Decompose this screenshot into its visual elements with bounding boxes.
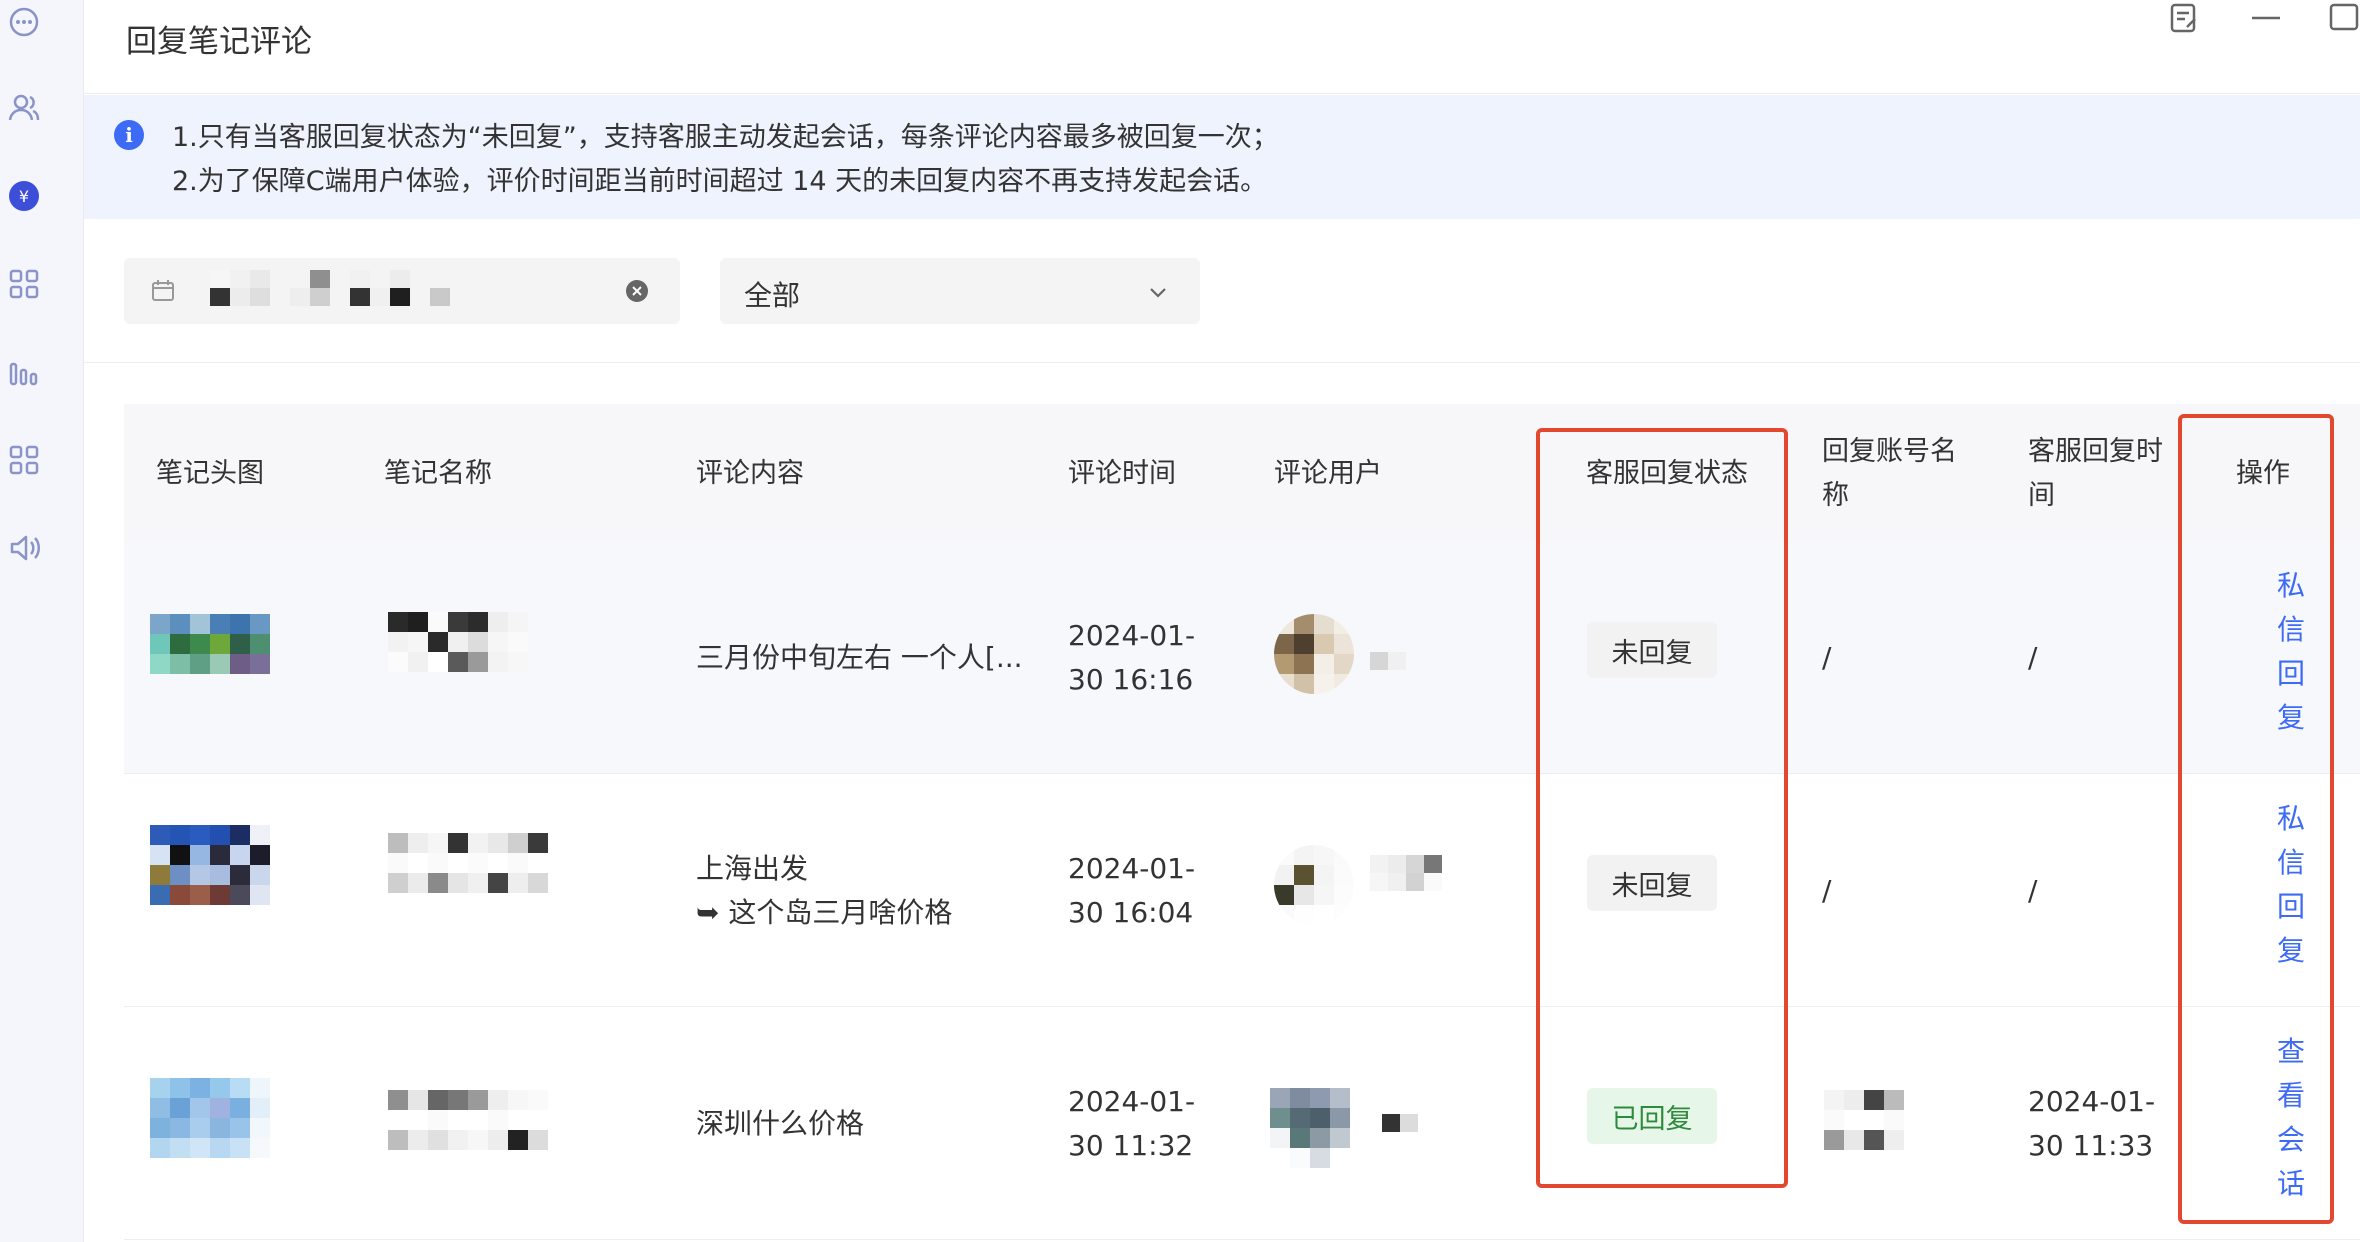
- reply-account: /: [1822, 641, 1832, 674]
- th-status: 客服回复状态: [1586, 458, 1748, 489]
- table-row: 深圳什么价格 2024-01- 30 11:32 已回复 2024-01- 30…: [124, 1008, 2360, 1240]
- reply-time-clock: 30 11:33: [2028, 1129, 2154, 1162]
- th-action: 操作: [2236, 458, 2290, 489]
- calendar-icon: [152, 280, 174, 301]
- th-note-name: 笔记名称: [384, 458, 492, 489]
- comment-content: 上海出发: [696, 852, 809, 885]
- user-avatar[interactable]: [1274, 614, 1354, 694]
- reply-time: /: [2028, 874, 2038, 907]
- chat-icon[interactable]: [4, 2, 44, 42]
- th-reply-time-1: 客服回复时: [2028, 436, 2163, 467]
- comment-time-clock: 30 11:32: [1068, 1129, 1194, 1162]
- chart-icon[interactable]: [4, 352, 44, 392]
- grid-icon[interactable]: [4, 440, 44, 480]
- page-title: 回复笔记评论: [126, 24, 312, 60]
- chevron-down-icon: [1150, 288, 1166, 298]
- blurred-date-range: [210, 270, 450, 306]
- table-row: 上海出发 ➥ 这个岛三月啥价格 2024-01- 30 16:04 未回复 / …: [124, 775, 2360, 1007]
- comment-content: 深圳什么价格: [696, 1107, 865, 1140]
- clear-icon[interactable]: [624, 278, 650, 304]
- status-badge: 未回复: [1587, 622, 1717, 678]
- page-header: 回复笔记评论: [84, 0, 2360, 94]
- info-icon: i: [114, 120, 144, 150]
- apps-icon[interactable]: [4, 264, 44, 304]
- note-cover-image[interactable]: [150, 825, 270, 905]
- th-cover: 笔记头图: [156, 458, 264, 489]
- note-cover-image[interactable]: [150, 1078, 270, 1158]
- minimize-icon[interactable]: [2246, 0, 2286, 36]
- notice-line-2: 2.为了保障C端用户体验，评价时间距当前时间超过 14 天的未回复内容不再支持发…: [172, 166, 1268, 197]
- note-title-blurred: [388, 612, 528, 672]
- table-header: 笔记头图 笔记名称 评论内容 评论时间 评论用户 客服回复状态 回复账号名 称 …: [124, 404, 2360, 542]
- comment-content: 三月份中旬左右 一个人[...: [696, 641, 1023, 674]
- view-conversation-link[interactable]: 查看会话: [2274, 1030, 2308, 1206]
- status-badge: 未回复: [1587, 855, 1717, 911]
- status-select-value: 全部: [744, 279, 801, 312]
- th-reply-account-1: 回复账号名: [1822, 436, 1957, 467]
- maximize-icon[interactable]: [2324, 0, 2360, 36]
- sidebar: ¥: [0, 0, 84, 1242]
- comment-time-clock: 30 16:16: [1068, 663, 1194, 696]
- note-title-blurred: [388, 833, 548, 893]
- note-title-blurred: [388, 1090, 548, 1150]
- speaker-icon[interactable]: [4, 528, 44, 568]
- date-range-picker[interactable]: [124, 258, 680, 324]
- reply-account-blurred: [1824, 1090, 1904, 1150]
- user-avatar[interactable]: [1274, 845, 1354, 925]
- status-select[interactable]: 全部: [720, 258, 1200, 324]
- note-cover-image[interactable]: [150, 614, 270, 674]
- th-reply-time-2: 间: [2028, 480, 2055, 511]
- comment-time-date: 2024-01-: [1068, 1085, 1196, 1118]
- user-avatar[interactable]: [1270, 1088, 1350, 1168]
- comment-content-reply: ➥ 这个岛三月啥价格: [696, 896, 953, 929]
- private-reply-link[interactable]: 私信回复: [2274, 564, 2308, 740]
- private-reply-link[interactable]: 私信回复: [2274, 797, 2308, 973]
- reply-time-date: 2024-01-: [2028, 1085, 2156, 1118]
- user-name-blurred: [1382, 1114, 1418, 1132]
- money-icon[interactable]: ¥: [4, 176, 44, 216]
- reply-time: /: [2028, 641, 2038, 674]
- comment-time-date: 2024-01-: [1068, 619, 1196, 652]
- users-icon[interactable]: [4, 88, 44, 128]
- svg-text:¥: ¥: [19, 187, 29, 206]
- notice-banner: i 1.只有当客服回复状态为“未回复”，支持客服主动发起会话，每条评论内容最多被…: [84, 95, 2360, 219]
- th-reply-account-2: 称: [1822, 480, 1849, 511]
- th-user: 评论用户: [1274, 458, 1382, 489]
- comments-table: 笔记头图 笔记名称 评论内容 评论时间 评论用户 客服回复状态 回复账号名 称 …: [124, 404, 2360, 1242]
- th-comment-time: 评论时间: [1068, 458, 1176, 489]
- notice-line-1: 1.只有当客服回复状态为“未回复”，支持客服主动发起会话，每条评论内容最多被回复…: [172, 122, 1279, 153]
- th-comment: 评论内容: [696, 458, 804, 489]
- user-name-blurred: [1370, 652, 1406, 670]
- table-row: 三月份中旬左右 一个人[... 2024-01- 30 16:16 未回复 / …: [124, 542, 2360, 774]
- divider: [84, 362, 2360, 363]
- status-badge: 已回复: [1587, 1088, 1717, 1144]
- reply-account: /: [1822, 874, 1832, 907]
- comment-time-clock: 30 16:04: [1068, 896, 1194, 929]
- user-name-blurred: [1370, 855, 1442, 891]
- notes-icon[interactable]: [2164, 0, 2204, 36]
- comment-time-date: 2024-01-: [1068, 852, 1196, 885]
